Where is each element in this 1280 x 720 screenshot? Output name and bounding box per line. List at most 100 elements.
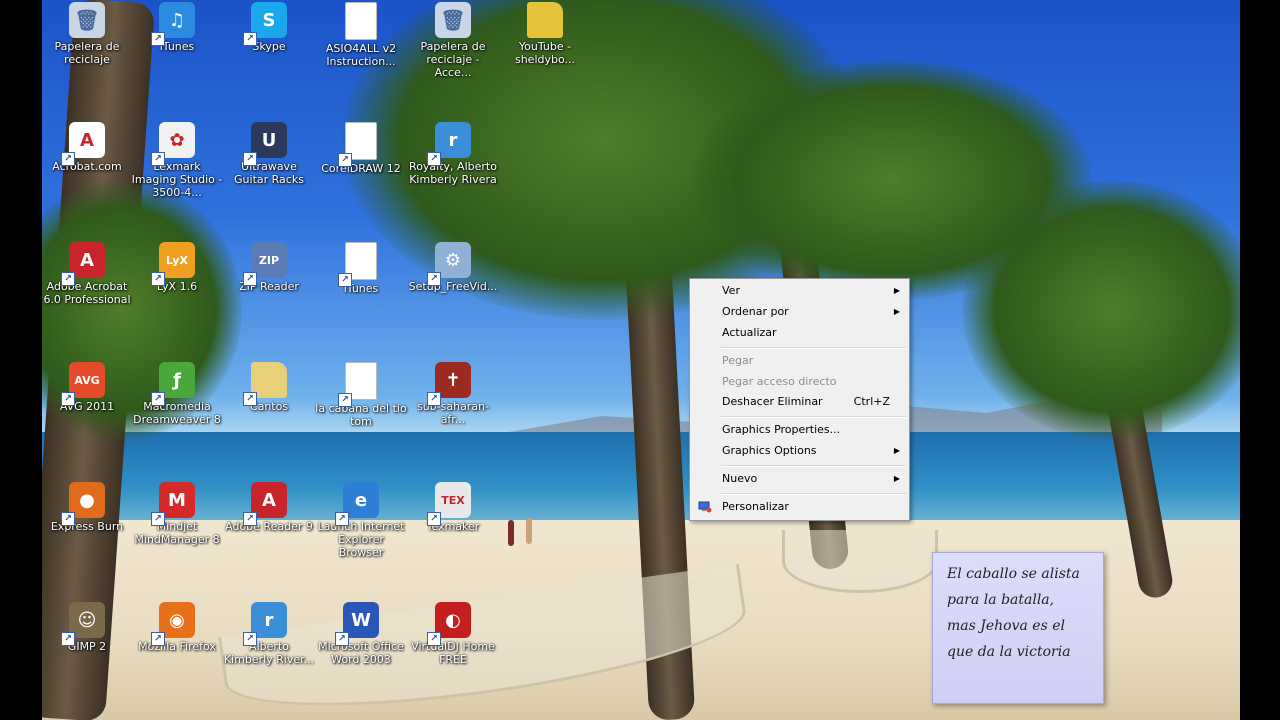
shortcut-arrow-icon: ↗ [61, 272, 75, 286]
shortcut-arrow-icon: ↗ [243, 632, 257, 646]
realplayer-icon: r ↗ [427, 122, 471, 166]
dreamweaver-icon: ƒ ↗ [151, 362, 195, 406]
submenu-arrow-icon: ▶ [893, 474, 900, 483]
desktop-icon-papelera[interactable]: 🗑 Papelera de reciclaje [42, 2, 133, 66]
desktop-icon-label: Adobe Acrobat 6.0 Professional [43, 280, 131, 306]
desktop-icon-alberto-kimberly[interactable]: r ↗ Alberto Kimberly River... [223, 602, 315, 666]
ultrawave-icon: U ↗ [243, 122, 287, 166]
desktop-icon-label: Mozilla Firefox [138, 640, 216, 653]
desktop-icon-zip-reader[interactable]: ZIP ↗ ZIP Reader [223, 242, 315, 293]
beach-person [526, 518, 532, 544]
internet-explorer-icon: e ↗ [335, 482, 379, 526]
menu-item-deshacer-eliminar[interactable]: Deshacer Eliminar Ctrl+Z [693, 392, 906, 412]
shortcut-arrow-icon: ↗ [338, 393, 352, 407]
desktop-icon-label: Cantos [249, 400, 289, 413]
desktop-icon-label: AVG 2011 [59, 400, 115, 413]
desktop-icon-papelera-acce[interactable]: 🗑 Papelera de reciclaje - Acce... [407, 2, 499, 79]
desktop-icon-gimp[interactable]: ☺ ↗ GIMP 2 [42, 602, 133, 653]
sticky-note[interactable]: El caballo se alista para la batalla, ma… [932, 552, 1104, 704]
menu-item-ver[interactable]: Ver ▶ [693, 281, 906, 301]
desktop-icon-label: Texmaker [426, 520, 480, 533]
mindjet-icon: M ↗ [151, 482, 195, 526]
desktop-wallpaper[interactable]: 🗑 Papelera de reciclaje ♫ ↗ iTunes S ↗ Skype ASI… [42, 0, 1240, 720]
desktop-icon-lexmark[interactable]: ✿ ↗ Lexmark Imaging Studio - 3500-4... [131, 122, 223, 199]
shortcut-arrow-icon: ↗ [61, 152, 75, 166]
desktop-icon-launch-ie[interactable]: e ↗ Launch Internet Explorer Browser [315, 482, 407, 559]
desktop-icon-cabana[interactable]: ↗ la cabana del tio tom [315, 362, 407, 428]
installer-icon: ⚙ ↗ [427, 242, 471, 286]
palm-fronds [962, 180, 1240, 440]
realplayer-icon: r ↗ [243, 602, 287, 646]
menu-item-label: Nuevo [722, 472, 758, 485]
desktop-icon-itunes-1[interactable]: ♫ ↗ iTunes [131, 2, 223, 53]
desktop-icon-label: Adobe Reader 9 [225, 520, 313, 533]
desktop-icon-lyx[interactable]: LyX ↗ LyX 1.6 [131, 242, 223, 293]
express-burn-icon: ● ↗ [61, 482, 105, 526]
menu-item-graphics-properties[interactable]: Graphics Properties... [693, 420, 906, 440]
avg-icon: AVG ↗ [61, 362, 105, 406]
gimp-icon: ☺ ↗ [61, 602, 105, 646]
shortcut-arrow-icon: ↗ [335, 512, 349, 526]
desktop-icon-avg[interactable]: AVG ↗ AVG 2011 [42, 362, 133, 413]
shortcut-arrow-icon: ↗ [427, 392, 441, 406]
pdf-document-icon [345, 2, 377, 40]
shortcut-arrow-icon: ↗ [338, 273, 352, 287]
folder-film-icon [527, 2, 563, 38]
pdf-document-icon: ↗ [338, 362, 377, 407]
menu-item-personalizar[interactable]: Personalizar [693, 497, 906, 517]
menu-item-label: Ver [722, 284, 740, 297]
desktop-icon-label: Acrobat.com [52, 160, 122, 173]
desktop-icon-ultrawave[interactable]: U ↗ Ultrawave Guitar Racks [223, 122, 315, 186]
firefox-icon: ◉ ↗ [151, 602, 195, 646]
desktop-icon-label: la cabana del tio tom [315, 402, 407, 428]
desktop-icon-cantos[interactable]: ↗ Cantos [223, 362, 315, 413]
desktop-icon-label: Macromedia Dreamweaver 8 [133, 400, 221, 426]
folder-icon: ↗ [243, 362, 287, 406]
menu-item-graphics-options[interactable]: Graphics Options ▶ [693, 441, 906, 461]
desktop-icon-label: Ultrawave Guitar Racks [234, 160, 304, 186]
shortcut-arrow-icon: ↗ [243, 512, 257, 526]
word-icon: W ↗ [335, 602, 379, 646]
desktop-icon-firefox[interactable]: ◉ ↗ Mozilla Firefox [131, 602, 223, 653]
desktop-icon-word-2003[interactable]: W ↗ Microsoft Office Word 2003 [315, 602, 407, 666]
desktop-icon-skype[interactable]: S ↗ Skype [223, 2, 315, 53]
desktop-icon-youtube[interactable]: YouTube - sheldybo... [499, 2, 591, 66]
sticky-note-line: mas Jehova es el [947, 618, 1065, 634]
desktop-icon-adobe-acrobat[interactable]: A ↗ Adobe Acrobat 6.0 Professional [42, 242, 133, 306]
menu-separator [721, 347, 906, 349]
desktop-icon-mindjet[interactable]: M ↗ Mindjet MindManager 8 [131, 482, 223, 546]
menu-item-actualizar[interactable]: Actualizar [693, 323, 906, 343]
desktop-icon-royalty[interactable]: r ↗ Royalty, Alberto Kimberly Rivera [407, 122, 499, 186]
desktop-icon-dreamweaver[interactable]: ƒ ↗ Macromedia Dreamweaver 8 [131, 362, 223, 426]
menu-item-nuevo[interactable]: Nuevo ▶ [693, 469, 906, 489]
shortcut-arrow-icon: ↗ [338, 153, 352, 167]
menu-item-label: Actualizar [722, 326, 777, 339]
shortcut-arrow-icon: ↗ [151, 512, 165, 526]
personalize-icon [698, 500, 712, 514]
desktop-icon-coreldraw[interactable]: ↗ CorelDRAW 12 [315, 122, 407, 175]
desktop-icon-itunes-2[interactable]: ↗ iTunes [315, 242, 407, 295]
desktop-icon-label: ASIO4ALL v2 Instruction... [325, 42, 397, 68]
shortcut-arrow-icon: ↗ [151, 152, 165, 166]
desktop-icon-sub-saharan[interactable]: ✝ ↗ sub-saharan-afr... [407, 362, 499, 426]
texmaker-icon: TEX ↗ [427, 482, 471, 526]
virtualdj-icon: ◐ ↗ [427, 602, 471, 646]
menu-item-label: Deshacer Eliminar [722, 395, 823, 408]
desktop-context-menu: Ver ▶ Ordenar por ▶ Actualizar Pegar Peg… [689, 278, 910, 521]
menu-item-pegar-acceso-directo[interactable]: Pegar acceso directo [693, 372, 906, 392]
desktop-icon-adobe-reader[interactable]: A ↗ Adobe Reader 9 [223, 482, 315, 533]
menu-separator [721, 465, 906, 467]
shortcut-arrow-icon: ↗ [243, 272, 257, 286]
skype-icon: S ↗ [243, 2, 287, 46]
desktop-icon-texmaker[interactable]: TEX ↗ Texmaker [407, 482, 499, 533]
desktop-icon-setup-freevid[interactable]: ⚙ ↗ Setup_FreeVid... [407, 242, 499, 293]
shortcut-arrow-icon: ↗ [243, 152, 257, 166]
submenu-arrow-icon: ▶ [893, 286, 900, 295]
desktop-icon-virtualdj[interactable]: ◐ ↗ VirtualDJ Home FREE [407, 602, 499, 666]
desktop-icon-acrobat-com[interactable]: A ↗ Acrobat.com [42, 122, 133, 173]
desktop-icon-express-burn[interactable]: ● ↗ Express Burn [42, 482, 133, 533]
desktop-icon-asio[interactable]: ASIO4ALL v2 Instruction... [315, 2, 407, 68]
menu-item-pegar[interactable]: Pegar [693, 351, 906, 371]
beach-person [508, 520, 514, 546]
menu-item-ordenar-por[interactable]: Ordenar por ▶ [693, 302, 906, 322]
